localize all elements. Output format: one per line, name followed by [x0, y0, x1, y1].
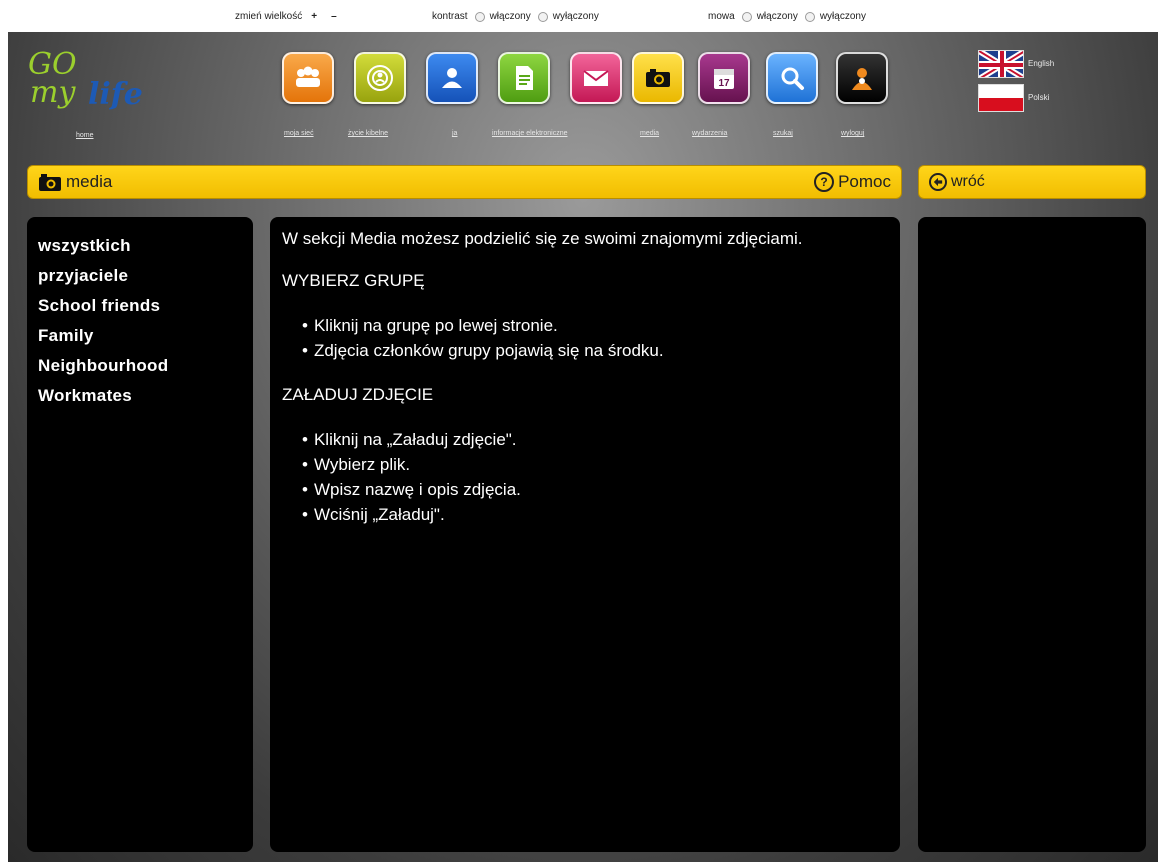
life-event-icon[interactable]: [354, 52, 406, 104]
section-heading-choose-group: WYBIERZ GRUPĘ: [282, 271, 425, 290]
speech-on-label: włączony: [756, 11, 798, 22]
list-item: Kliknij na „Załaduj zdjęcie".: [302, 427, 888, 452]
gomylife-logo[interactable]: GO my life: [28, 47, 178, 117]
nav-label-info[interactable]: informacje elektroniczne: [492, 130, 567, 137]
group-item-neighbourhood[interactable]: Neighbourhood: [38, 351, 242, 381]
list-item: Wciśnij „Załaduj".: [302, 502, 888, 527]
logo-text-my: my: [30, 75, 76, 110]
group-item-all[interactable]: wszystkich: [38, 231, 242, 261]
home-link[interactable]: home: [76, 132, 94, 139]
group-item-workmates[interactable]: Workmates: [38, 381, 242, 411]
font-increase-button[interactable]: +: [306, 11, 322, 22]
back-button[interactable]: wróć: [929, 173, 985, 191]
nav-label-life[interactable]: życie kibelne: [348, 130, 388, 137]
uk-flag-icon[interactable]: [978, 50, 1024, 78]
group-item-school-friends[interactable]: School friends: [38, 291, 242, 321]
font-size-label: zmień wielkość: [235, 11, 303, 22]
page-title: media: [66, 172, 113, 191]
camera-icon[interactable]: [632, 52, 684, 104]
nav-label-media[interactable]: media: [640, 130, 659, 137]
contrast-control: kontrast włączony wyłączony: [432, 11, 599, 22]
main-frame: GO my life home 17 moja sieć życie kibel…: [8, 32, 1158, 862]
profile-icon[interactable]: [426, 52, 478, 104]
upload-photo-steps: Kliknij na „Załaduj zdjęcie". Wybierz pl…: [302, 427, 888, 527]
choose-group-steps: Kliknij na grupę po lewej stronie. Zdjęc…: [302, 313, 888, 363]
help-person-icon[interactable]: [836, 52, 888, 104]
document-icon[interactable]: [498, 52, 550, 104]
list-item: Wybierz plik.: [302, 452, 888, 477]
contrast-off-radio[interactable]: [537, 11, 548, 22]
question-icon: ?: [814, 172, 835, 192]
group-item-friends[interactable]: przyjaciele: [38, 261, 242, 291]
search-icon[interactable]: [766, 52, 818, 104]
back-arrow-icon: [929, 173, 947, 191]
speech-control: mowa włączony wyłączony: [708, 11, 866, 22]
right-panel: [918, 217, 1146, 852]
people-icon[interactable]: [282, 52, 334, 104]
back-label: wróć: [951, 173, 985, 190]
logo-text-life: life: [88, 77, 143, 112]
font-size-control: zmień wielkość + –: [235, 11, 342, 22]
nav-label-me[interactable]: ja: [452, 130, 457, 137]
list-item: Zdjęcia członków grupy pojawią się na śr…: [302, 338, 888, 363]
contrast-off-label: wyłączony: [552, 11, 599, 22]
section-header-bar: media ? Pomoc: [27, 165, 902, 199]
intro-text: W sekcji Media możesz podzielić się ze s…: [282, 229, 803, 248]
section-heading-upload-photo: ZAŁADUJ ZDJĘCIE: [282, 385, 434, 404]
speech-on-radio[interactable]: [741, 11, 752, 22]
list-item: Wpisz nazwę i opis zdjęcia.: [302, 477, 888, 502]
nav-label-search[interactable]: szukaj: [773, 130, 793, 137]
font-decrease-button[interactable]: –: [326, 11, 342, 22]
help-label: Pomoc: [838, 172, 891, 191]
calendar-icon[interactable]: 17: [698, 52, 750, 104]
contrast-on-radio[interactable]: [474, 11, 485, 22]
groups-panel: wszystkich przyjaciele School friends Fa…: [27, 217, 253, 852]
list-item: Kliknij na grupę po lewej stronie.: [302, 313, 888, 338]
nav-label-events[interactable]: wydarzenia: [692, 130, 727, 137]
contrast-on-label: włączony: [489, 11, 531, 22]
language-polish[interactable]: Polski: [1028, 93, 1049, 102]
mail-icon[interactable]: [570, 52, 622, 104]
group-item-family[interactable]: Family: [38, 321, 242, 351]
poland-flag-icon[interactable]: [978, 84, 1024, 112]
svg-text:17: 17: [718, 78, 730, 89]
speech-off-label: wyłączony: [819, 11, 866, 22]
nav-label-logout[interactable]: wyloguj: [841, 130, 864, 137]
language-english[interactable]: English: [1028, 59, 1054, 68]
help-content-panel: W sekcji Media możesz podzielić się ze s…: [270, 217, 900, 852]
nav-label-network[interactable]: moja sieć: [284, 130, 314, 137]
accessibility-bar: zmień wielkość + – kontrast włączony wył…: [0, 0, 1160, 32]
speech-off-radio[interactable]: [804, 11, 815, 22]
camera-icon: [39, 174, 61, 191]
back-bar[interactable]: wróć: [918, 165, 1146, 199]
speech-label: mowa: [708, 11, 735, 22]
help-button[interactable]: ? Pomoc: [814, 172, 891, 192]
contrast-label: kontrast: [432, 11, 468, 22]
